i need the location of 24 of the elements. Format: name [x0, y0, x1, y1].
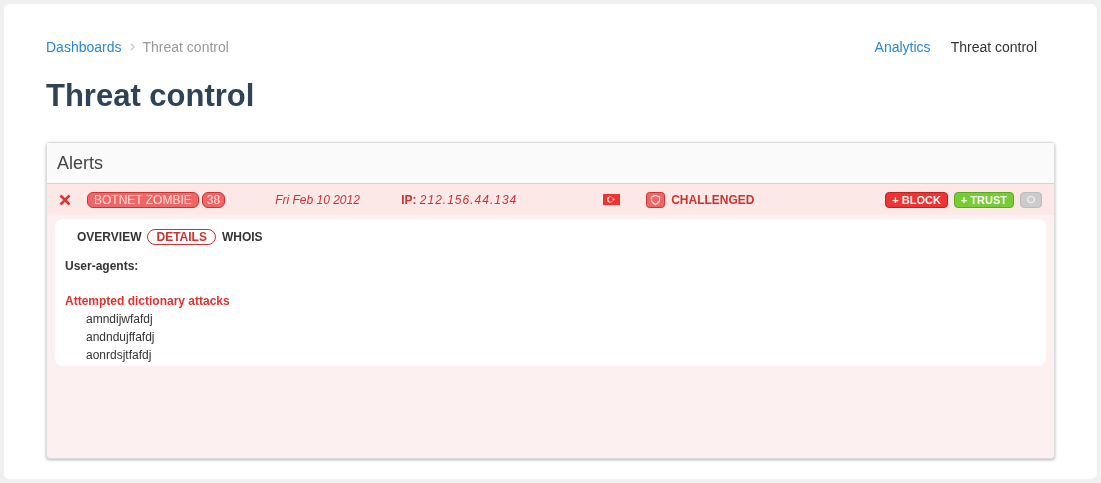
- tab[interactable]: WHOIS: [219, 230, 265, 244]
- ip-address: IP: 212.156.44.134: [401, 191, 519, 209]
- attacks-heading: Attempted dictionary attacks: [65, 293, 231, 310]
- shield-icon: [646, 191, 666, 208]
- page-title: Threat control: [46, 77, 256, 115]
- panel-title: Alerts: [57, 151, 103, 175]
- attack-entry: amndijwfafdj: [86, 311, 154, 328]
- alert-date: Fri Feb 10 2012: [275, 191, 361, 209]
- attack-entry: aonrdsjtfafdj: [86, 347, 153, 364]
- block-button[interactable]: + BLOCK: [885, 191, 948, 208]
- breadcrumb-link[interactable]: Dashboards: [46, 36, 122, 58]
- tab[interactable]: OVERVIEW: [75, 230, 144, 244]
- status-text: CHALLENGED: [671, 191, 755, 209]
- user-agents-label: User-agents:: [65, 258, 140, 275]
- close-icon[interactable]: [59, 193, 71, 206]
- alert-row[interactable]: BOTNET ZOMBIE 38 Fri Feb 10 2012 IP: 212.156.44.134 CHALLENGED + BLOCK + TRUST: [47, 183, 1054, 215]
- attack-entry: andndujffafdj: [86, 329, 156, 346]
- breadcrumb-current: Threat control: [142, 37, 229, 57]
- flag-icon: [603, 194, 621, 205]
- chevron-icon: [129, 43, 135, 51]
- threat-type: BOTNET ZOMBIE: [87, 191, 199, 208]
- nav-link[interactable]: Analytics: [874, 36, 931, 58]
- count: 38: [201, 191, 226, 208]
- nav-link[interactable]: Threat control: [950, 36, 1037, 58]
